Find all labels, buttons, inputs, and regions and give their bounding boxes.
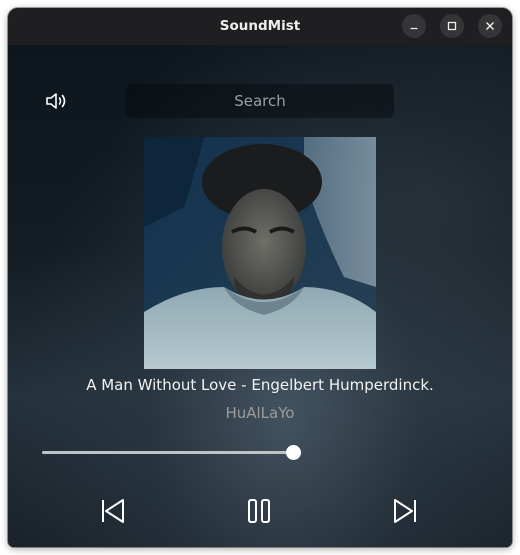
pause-icon [248, 499, 270, 523]
skip-next-icon [394, 499, 416, 523]
maximize-icon [447, 21, 457, 31]
track-title: A Man Without Love - Engelbert Humperdin… [86, 376, 434, 394]
app-window: SoundMist Search A Man Without Love - En… [8, 8, 512, 547]
minimize-button[interactable] [402, 14, 426, 38]
progress-slider[interactable] [42, 444, 301, 462]
minimize-icon [410, 27, 418, 30]
window-title: SoundMist [219, 18, 301, 34]
previous-button[interactable] [98, 496, 128, 526]
track-artist: HuAlLaYo [225, 404, 295, 422]
progress-thumb[interactable] [286, 445, 301, 460]
close-icon [486, 22, 494, 30]
progress-track[interactable] [42, 451, 294, 454]
title-bar[interactable]: SoundMist [8, 8, 512, 45]
next-button[interactable] [390, 496, 420, 526]
close-button[interactable] [478, 14, 502, 38]
search-input[interactable] [126, 84, 394, 118]
player-view: A Man Without Love - Engelbert Humperdin… [8, 45, 512, 547]
skip-previous-icon [102, 499, 124, 523]
pause-button[interactable] [244, 496, 274, 526]
maximize-button[interactable] [440, 14, 464, 38]
volume-button[interactable] [44, 88, 70, 114]
speaker-volume-icon [46, 93, 66, 109]
album-art [144, 137, 376, 369]
